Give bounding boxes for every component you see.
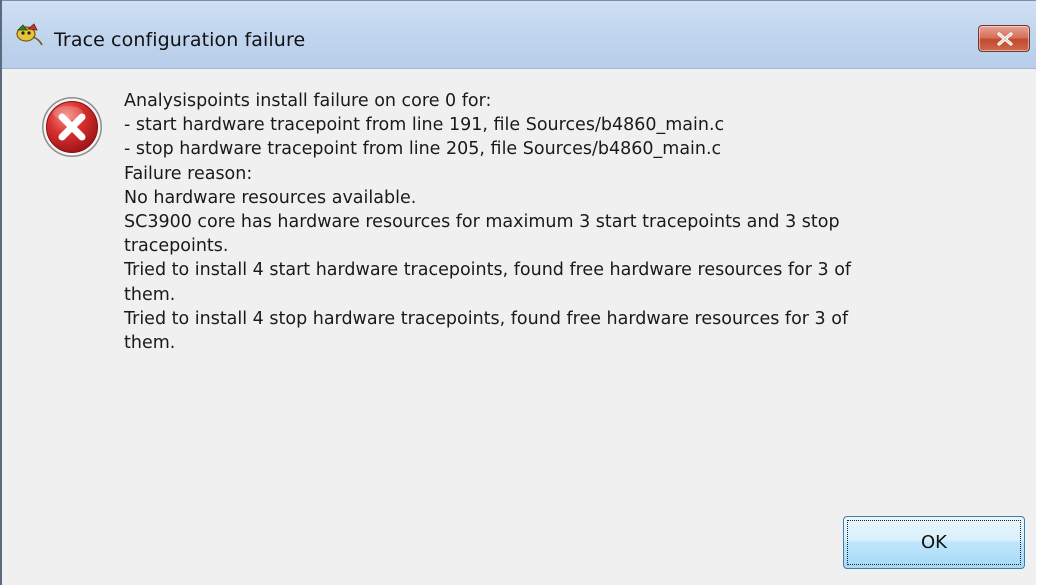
message-line: No hardware resources available. (124, 187, 417, 208)
message-line: Tried to install 4 stop hardware tracepo… (124, 308, 849, 329)
message-line: - start hardware tracepoint from line 19… (124, 115, 725, 136)
message-line: Failure reason: (124, 163, 253, 184)
message-line: them. (124, 333, 176, 354)
message-line: tracepoints. (124, 236, 229, 257)
message-line: them. (124, 284, 176, 305)
dialog-body: Analysispoints install failure on core 0… (2, 68, 1036, 585)
message-line: SC3900 core has hardware resources for m… (124, 212, 840, 233)
dialog-window: Trace configuration failure Analysispoin… (0, 0, 1036, 585)
title-bar[interactable]: Trace configuration failure (2, 0, 1036, 69)
close-icon (997, 32, 1013, 46)
message-line: Analysispoints install failure on core 0… (124, 91, 492, 111)
message-line: Tried to install 4 start hardware tracep… (124, 260, 852, 281)
ok-button-label: OK (921, 532, 947, 553)
ok-button[interactable]: OK (843, 516, 1025, 569)
error-message: Analysispoints install failure on core 0… (124, 89, 1004, 355)
close-button[interactable] (978, 25, 1030, 52)
message-line: - stop hardware tracepoint from line 205… (124, 139, 722, 160)
window-title: Trace configuration failure (54, 29, 306, 51)
application-icon (14, 21, 44, 47)
error-icon (36, 91, 108, 163)
